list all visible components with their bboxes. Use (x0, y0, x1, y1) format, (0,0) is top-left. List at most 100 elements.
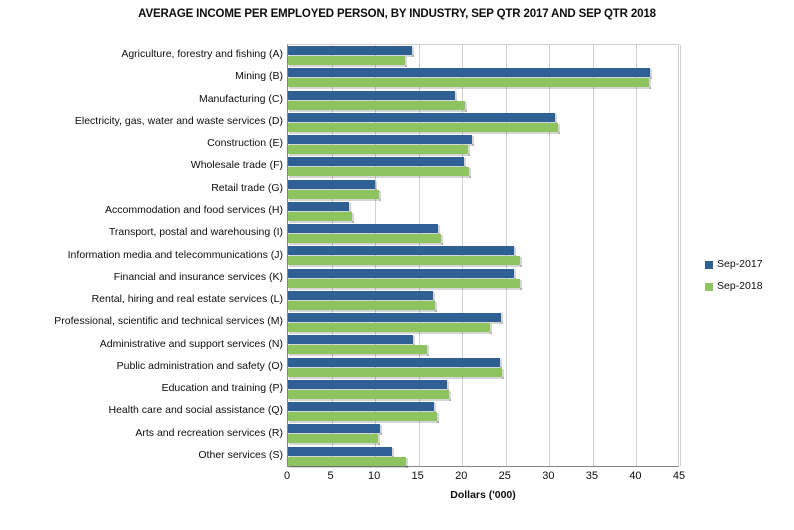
bar-row (288, 223, 678, 246)
x-tick-label: 15 (411, 470, 424, 482)
bar-sep-2018[interactable] (288, 145, 471, 157)
bar-sep-2018[interactable] (288, 100, 467, 112)
y-axis-label: Retail trade (G) (211, 181, 283, 194)
bar-shadow (650, 69, 653, 80)
bar-shadow (519, 257, 522, 268)
bar-sep-2018[interactable] (288, 345, 429, 357)
x-tick-label: 25 (498, 470, 511, 482)
bar-sep-2018[interactable] (288, 434, 380, 446)
bar-sep-2018[interactable] (288, 189, 381, 201)
bar-sep-2017[interactable] (288, 424, 383, 436)
y-axis-label: Accommodation and food services (H) (105, 203, 283, 216)
bar-sep-2017[interactable] (288, 179, 378, 191)
bar-row (288, 67, 678, 90)
bar-row (288, 423, 678, 446)
bar-sep-2017[interactable] (288, 335, 416, 347)
y-axis-label: Transport, postal and warehousing (I) (108, 226, 283, 239)
bar-sep-2018[interactable] (288, 389, 452, 401)
bar-row (288, 357, 678, 379)
y-axis-label: Wholesale trade (F) (190, 159, 283, 172)
bar-sep-2017[interactable] (288, 246, 517, 258)
bar-sep-2018[interactable] (288, 122, 561, 134)
bar-shadow (558, 123, 561, 134)
y-axis-label: Arts and recreation services (R) (135, 426, 283, 439)
bar-shadow (436, 413, 439, 424)
bar-sep-2017[interactable] (288, 268, 516, 280)
y-axis-label: Construction (E) (207, 137, 283, 150)
bar-shadow (378, 190, 381, 201)
x-axis-tick-labels: 0 5 10 15 20 25 30 35 40 45 (0, 470, 794, 486)
bar-sep-2017[interactable] (288, 446, 394, 458)
x-tick-label: 10 (367, 470, 381, 482)
bar-sep-2017[interactable] (288, 379, 450, 391)
bar-sep-2018[interactable] (288, 456, 408, 468)
bar-row (288, 312, 678, 335)
bar-row (288, 90, 678, 112)
bar-shadow (519, 279, 522, 290)
bar-shadow (426, 346, 429, 357)
bar-sep-2018[interactable] (288, 367, 505, 379)
y-axis-label: Health care and social assistance (Q) (108, 404, 284, 417)
chart-container: AVERAGE INCOME PER EMPLOYED PERSON, BY I… (0, 0, 794, 530)
bar-sep-2018[interactable] (288, 56, 407, 67)
bar-shadow (469, 168, 472, 179)
bar-sep-2017[interactable] (288, 68, 653, 80)
bar-row (288, 156, 678, 179)
bar-sep-2017[interactable] (288, 201, 351, 213)
bar-shadow (405, 457, 408, 468)
bar-shadow (377, 435, 380, 446)
y-axis-label: Professional, scientific and technical s… (54, 315, 283, 328)
bar-sep-2018[interactable] (288, 323, 493, 335)
bar-row (288, 45, 678, 67)
bar-row (288, 290, 678, 312)
y-axis-label: Education and training (P) (161, 382, 283, 395)
bar-sep-2017[interactable] (288, 90, 458, 102)
bar-shadow (404, 57, 407, 67)
bar-row (288, 179, 678, 201)
bar-sep-2017[interactable] (288, 135, 474, 147)
bar-sep-2017[interactable] (288, 290, 435, 302)
x-axis-title: Dollars ('000) (450, 489, 516, 501)
bar-shadow (648, 79, 651, 90)
legend-item[interactable]: Sep-2018 (705, 280, 790, 302)
bar-shadow (380, 425, 383, 436)
bar-sep-2017[interactable] (288, 46, 414, 57)
bar-sep-2017[interactable] (288, 402, 437, 414)
bar-shadow (468, 146, 471, 157)
bar-sep-2017[interactable] (288, 112, 557, 124)
bar-row (288, 379, 678, 401)
bar-row (288, 268, 678, 290)
gridline (680, 45, 681, 466)
bar-sep-2017[interactable] (288, 357, 502, 369)
bar-row (288, 334, 678, 357)
bar-sep-2017[interactable] (288, 313, 503, 325)
bar-sep-2018[interactable] (288, 256, 522, 268)
x-tick-label: 30 (542, 470, 555, 482)
x-tick-label: 40 (629, 470, 642, 482)
bar-sep-2018[interactable] (288, 167, 472, 179)
x-tick-label: 20 (455, 470, 468, 482)
bar-row (288, 446, 678, 468)
y-axis-label: Electricity, gas, water and waste servic… (74, 114, 283, 127)
bar-sep-2017[interactable] (288, 157, 466, 169)
y-axis-label: Mining (B) (235, 70, 283, 83)
x-tick-label: 45 (672, 470, 686, 482)
bar-sep-2018[interactable] (288, 78, 651, 90)
bar-row (288, 201, 678, 223)
chart-title: AVERAGE INCOME PER EMPLOYED PERSON, BY I… (138, 8, 656, 20)
bar-sep-2018[interactable] (288, 211, 354, 223)
bar-sep-2018[interactable] (288, 234, 444, 246)
bar-sep-2018[interactable] (288, 278, 522, 290)
bar-sep-2018[interactable] (288, 412, 439, 424)
bar-rows (288, 45, 678, 468)
bar-shadow (435, 301, 438, 312)
bar-sep-2017[interactable] (288, 224, 440, 236)
y-axis-label: Administrative and support services (N) (99, 337, 283, 350)
bar-shadow (411, 47, 414, 57)
bar-shadow (490, 324, 493, 335)
legend-item[interactable]: Sep-2017 (705, 258, 790, 280)
bar-sep-2018[interactable] (288, 300, 438, 312)
legend-label: Sep-2017 (717, 258, 763, 270)
bar-shadow (449, 390, 452, 401)
chart-legend: Sep-2017 Sep-2018 (705, 258, 790, 302)
